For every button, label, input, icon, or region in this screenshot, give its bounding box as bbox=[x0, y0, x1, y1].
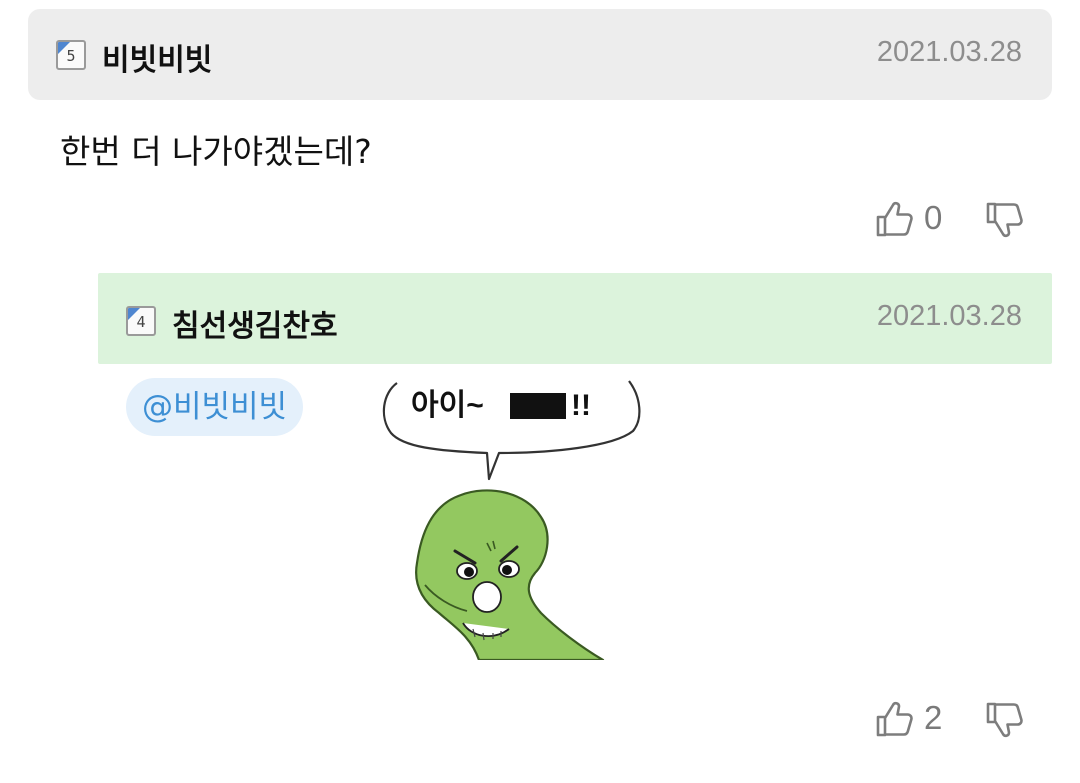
thumbs-up-icon[interactable] bbox=[872, 197, 916, 241]
comment-date: 2021.03.28 bbox=[876, 36, 1022, 68]
level-number: 4 bbox=[136, 313, 146, 331]
like-count: 2 bbox=[924, 699, 943, 736]
comment-text: 한번 더 나가야겠는데? bbox=[60, 132, 372, 171]
level-badge-icon: 5 bbox=[56, 40, 86, 70]
level-badge-icon: 4 bbox=[126, 306, 156, 336]
reply-vote-row: 2 bbox=[870, 695, 1030, 745]
reply-header: 4 침선생김찬호 2021.03.28 bbox=[98, 273, 1052, 364]
comment-author[interactable]: 비빗비빗 bbox=[102, 35, 212, 79]
mention-tag[interactable]: @비빗비빗 bbox=[126, 378, 304, 436]
thumbs-down-icon[interactable] bbox=[982, 698, 1026, 742]
censor-bar bbox=[510, 393, 566, 419]
green-character bbox=[415, 489, 605, 660]
thumbs-down-icon[interactable] bbox=[982, 198, 1026, 242]
meme-speech-end: !! bbox=[571, 389, 591, 422]
level-number: 5 bbox=[66, 47, 76, 65]
like-count: 0 bbox=[924, 199, 943, 236]
comment-header: 5 비빗비빗 2021.03.28 bbox=[28, 9, 1052, 100]
meme-image: 아이~ !! bbox=[382, 380, 641, 660]
thumbs-up-icon[interactable] bbox=[872, 697, 916, 741]
reply-author[interactable]: 침선생김찬호 bbox=[172, 301, 338, 345]
meme-speech-text: 아이~ bbox=[411, 389, 484, 422]
comment-vote-row: 0 bbox=[870, 195, 1030, 245]
reply-date: 2021.03.28 bbox=[876, 300, 1022, 332]
